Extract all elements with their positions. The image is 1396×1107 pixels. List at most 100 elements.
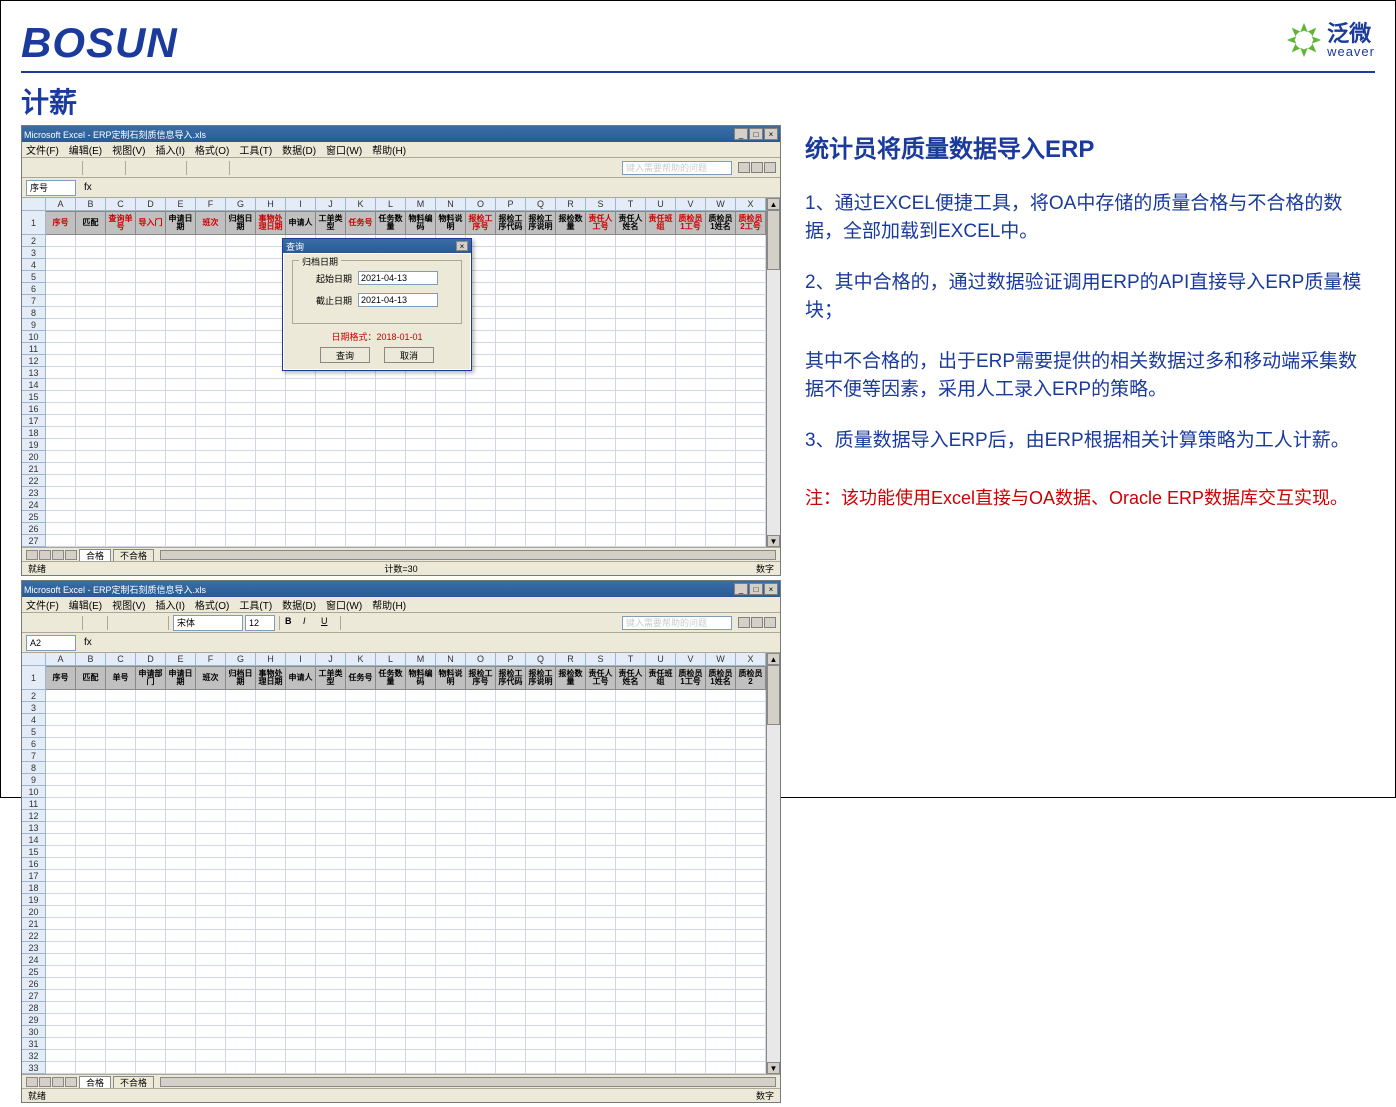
tb-paste-icon[interactable] [166, 160, 182, 176]
hscrollbar-1[interactable] [160, 550, 776, 560]
inner-min-button[interactable] [738, 162, 750, 173]
row-header[interactable]: 21 [22, 918, 46, 930]
col-header[interactable]: E [166, 198, 196, 211]
col-header[interactable]: M [406, 198, 436, 211]
tab-nav-last[interactable] [65, 550, 77, 560]
tb-preview-icon[interactable] [105, 160, 121, 176]
namebox-1[interactable]: 序号 [26, 180, 76, 196]
start-date-input[interactable] [358, 271, 438, 285]
close-button[interactable]: × [764, 583, 778, 595]
minimize-button[interactable]: _ [734, 583, 748, 595]
tb-align-left-icon[interactable] [345, 615, 361, 631]
row-header[interactable]: 3 [22, 247, 46, 259]
sheet-tab-fail[interactable]: 不合格 [113, 549, 154, 561]
help-search-2[interactable]: 键入需要帮助的问题 [622, 616, 732, 630]
row-header[interactable]: 32 [22, 1050, 46, 1062]
row-header[interactable]: 24 [22, 954, 46, 966]
row-header[interactable]: 31 [22, 1038, 46, 1050]
row-header[interactable]: 4 [22, 259, 46, 271]
col-header[interactable]: J [316, 653, 346, 666]
row-header[interactable]: 15 [22, 391, 46, 403]
col-header[interactable]: R [556, 653, 586, 666]
col-header[interactable]: B [76, 653, 106, 666]
inner-close-button[interactable] [764, 162, 776, 173]
cancel-button[interactable]: 取消 [384, 347, 434, 363]
menu-item[interactable]: 数据(D) [282, 597, 316, 612]
tb-copy-icon[interactable] [148, 160, 164, 176]
end-date-input[interactable] [358, 293, 438, 307]
tb-sum-icon[interactable] [252, 160, 268, 176]
row-header[interactable]: 25 [22, 511, 46, 523]
col-header[interactable]: G [226, 653, 256, 666]
tab-nav-last[interactable] [65, 1077, 77, 1087]
sheet-tab-pass[interactable]: 合格 [79, 1076, 111, 1088]
col-header[interactable]: I [286, 653, 316, 666]
row-header[interactable]: 9 [22, 319, 46, 331]
col-header[interactable]: O [466, 198, 496, 211]
tb-print-icon[interactable] [87, 615, 103, 631]
menu-item[interactable]: 视图(V) [112, 597, 145, 612]
row-header[interactable]: 1 [22, 211, 46, 235]
tb-open-icon[interactable] [44, 615, 60, 631]
col-header[interactable]: G [226, 198, 256, 211]
col-header[interactable]: V [676, 653, 706, 666]
select-all-corner[interactable] [22, 653, 46, 666]
row-header[interactable]: 19 [22, 439, 46, 451]
menu-item[interactable]: 编辑(E) [69, 142, 102, 157]
menu-item[interactable]: 文件(F) [26, 142, 59, 157]
col-header[interactable]: C [106, 198, 136, 211]
tb-copy-icon[interactable] [130, 615, 146, 631]
tb-undo-icon[interactable] [191, 160, 207, 176]
row-header[interactable]: 13 [22, 822, 46, 834]
col-header[interactable]: W [706, 198, 736, 211]
menu-item[interactable]: 插入(I) [155, 142, 184, 157]
col-header[interactable]: I [286, 198, 316, 211]
tb-save-icon[interactable] [62, 160, 78, 176]
row-header[interactable]: 9 [22, 774, 46, 786]
menu-item[interactable]: 工具(T) [239, 597, 272, 612]
inner-max-button[interactable] [751, 162, 763, 173]
tb-align-right-icon[interactable] [381, 615, 397, 631]
tb-open-icon[interactable] [44, 160, 60, 176]
col-header[interactable]: M [406, 653, 436, 666]
scroll-down-icon[interactable]: ▼ [767, 535, 780, 547]
row-header[interactable]: 22 [22, 930, 46, 942]
row-header[interactable]: 8 [22, 307, 46, 319]
data-rows-2[interactable] [46, 690, 766, 1074]
col-header[interactable]: F [196, 653, 226, 666]
menu-item[interactable]: 格式(O) [195, 597, 229, 612]
col-header[interactable]: D [136, 198, 166, 211]
close-button[interactable]: × [764, 128, 778, 140]
col-header[interactable]: A [46, 198, 76, 211]
tb-italic-icon[interactable]: I [302, 615, 318, 631]
menu-item[interactable]: 编辑(E) [69, 597, 102, 612]
row-header[interactable]: 18 [22, 427, 46, 439]
row-header[interactable]: 16 [22, 858, 46, 870]
menu-item[interactable]: 文件(F) [26, 597, 59, 612]
col-header[interactable]: F [196, 198, 226, 211]
sheet-tab-pass[interactable]: 合格 [79, 549, 111, 561]
menu-item[interactable]: 帮助(H) [372, 597, 406, 612]
row-header[interactable]: 8 [22, 762, 46, 774]
row-header[interactable]: 30 [22, 1026, 46, 1038]
tb-redo-icon[interactable] [209, 160, 225, 176]
col-header[interactable]: V [676, 198, 706, 211]
row-header[interactable]: 2 [22, 690, 46, 702]
col-header[interactable]: U [646, 198, 676, 211]
inner-min-button[interactable] [738, 617, 750, 628]
row-header[interactable]: 25 [22, 966, 46, 978]
namebox-2[interactable]: A2 [26, 635, 76, 651]
col-header[interactable]: S [586, 198, 616, 211]
row-header[interactable]: 20 [22, 451, 46, 463]
row-header[interactable]: 23 [22, 487, 46, 499]
menu-item[interactable]: 工具(T) [239, 142, 272, 157]
col-header[interactable]: A [46, 653, 76, 666]
row-header[interactable]: 28 [22, 1002, 46, 1014]
menu-item[interactable]: 视图(V) [112, 142, 145, 157]
maximize-button[interactable]: □ [749, 128, 763, 140]
row-header[interactable]: 24 [22, 499, 46, 511]
row-header[interactable]: 2 [22, 235, 46, 247]
minimize-button[interactable]: _ [734, 128, 748, 140]
tb-cut-icon[interactable] [130, 160, 146, 176]
tb-new-icon[interactable] [26, 160, 42, 176]
